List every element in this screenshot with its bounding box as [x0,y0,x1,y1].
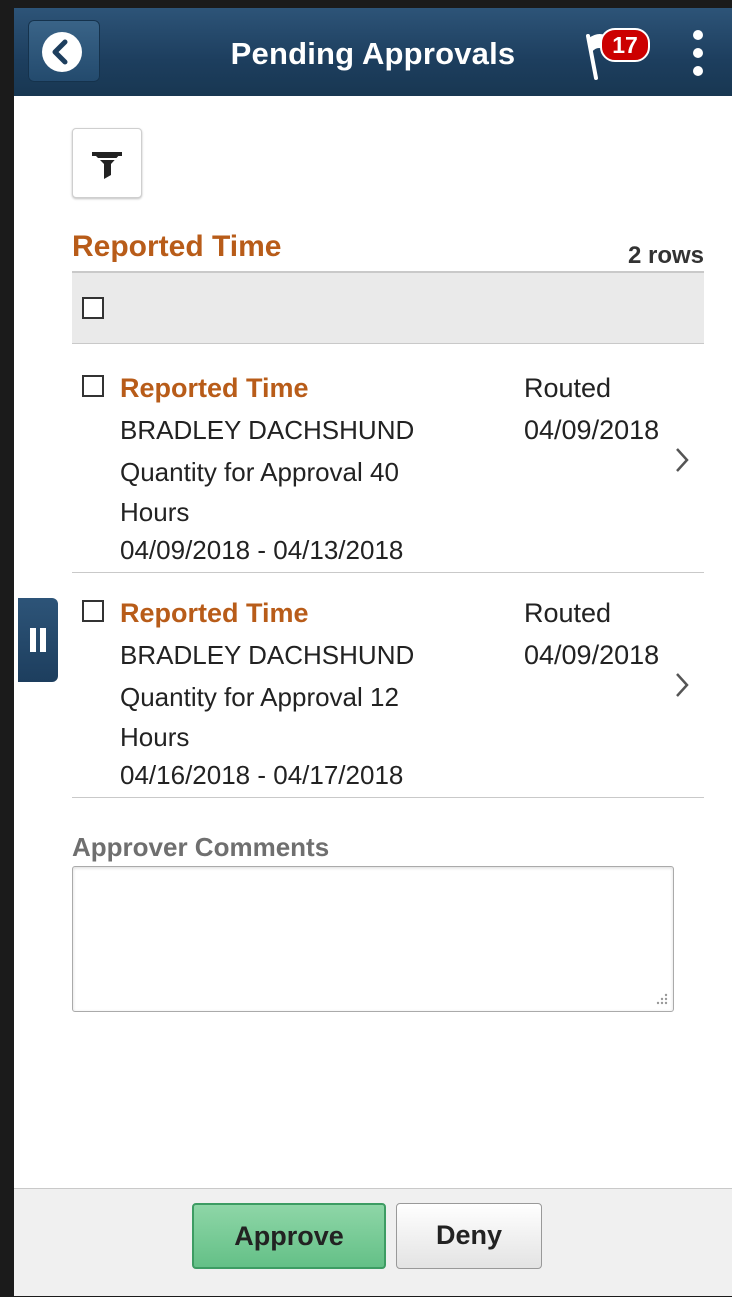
item-employee-name: BRADLEY DACHSHUND [120,640,415,670]
item-date-range: 04/09/2018 - 04/13/2018 [120,535,404,565]
item-status-date: 04/09/2018 [524,640,660,670]
pause-bars-icon [30,628,36,652]
item-title: Reported Time [120,598,309,628]
resize-grip-icon[interactable] [654,992,668,1006]
item-quantity: Quantity for Approval 12 [120,682,399,712]
select-all-bar [72,271,704,344]
side-panel-toggle[interactable] [18,598,58,682]
chevron-right-icon[interactable] [672,445,692,475]
item-quantity-unit: Hours [120,497,190,527]
header-bar: Pending Approvals 17 [14,8,732,96]
filter-button[interactable] [72,128,142,198]
kebab-menu-icon[interactable] [686,30,710,82]
item-quantity: Quantity for Approval 40 [120,457,399,487]
filter-icon [92,152,122,179]
select-all-checkbox[interactable] [82,297,104,319]
chevron-right-icon[interactable] [672,670,692,700]
list-item[interactable]: Reported Time BRADLEY DACHSHUND Quantity… [72,588,704,798]
item-status-date: 04/09/2018 [524,415,660,445]
approver-comments-field[interactable] [72,866,674,1012]
notifications-button[interactable]: 17 [580,22,670,82]
row-checkbox[interactable] [82,600,104,622]
item-employee-name: BRADLEY DACHSHUND [120,415,415,445]
notification-count-badge: 17 [600,28,650,62]
item-quantity-unit: Hours [120,722,190,752]
section-title: Reported Time [72,230,282,263]
row-checkbox[interactable] [82,375,104,397]
deny-button[interactable]: Deny [396,1203,542,1269]
action-footer: Approve Deny [14,1188,732,1296]
item-status: Routed [524,373,612,403]
list-item[interactable]: Reported Time BRADLEY DACHSHUND Quantity… [72,363,704,573]
row-count: 2 rows [627,242,704,269]
approve-button[interactable]: Approve [192,1203,386,1269]
comments-label: Approver Comments [72,832,330,862]
item-title: Reported Time [120,373,309,403]
item-date-range: 04/16/2018 - 04/17/2018 [120,760,404,790]
app-frame: Pending Approvals 17 Reported Time 2 row… [14,8,732,1296]
item-status: Routed [524,598,612,628]
